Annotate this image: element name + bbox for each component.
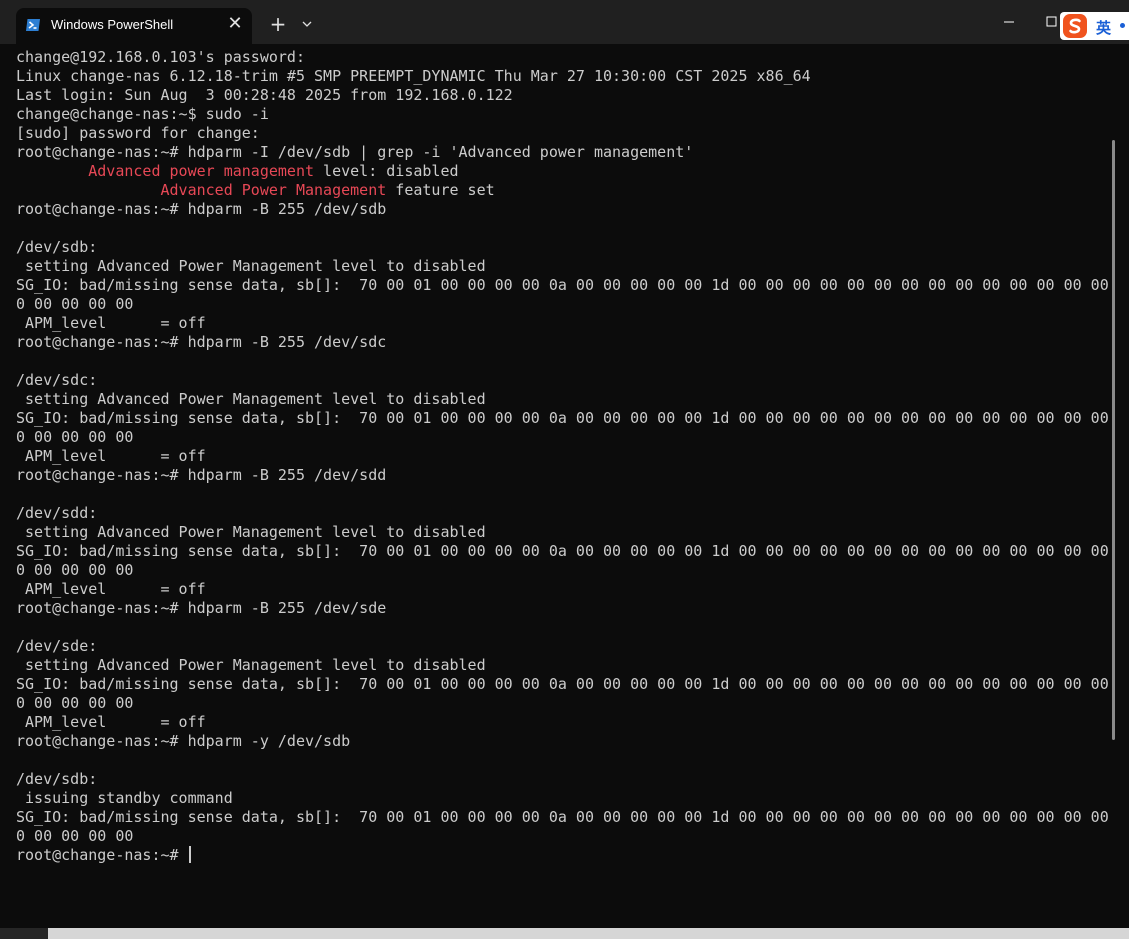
scrollbar[interactable] [1112, 140, 1115, 740]
powershell-icon [26, 19, 40, 31]
close-icon[interactable]: ✕ [224, 13, 246, 35]
terminal-line: SG_IO: bad/missing sense data, sb[]: 70 … [16, 542, 1112, 560]
text-cursor [188, 846, 191, 863]
terminal-line: SG_IO: bad/missing sense data, sb[]: 70 … [16, 808, 1112, 826]
terminal-line: APM_level = off [16, 314, 206, 332]
ime-indicator[interactable]: 英 [1060, 12, 1129, 40]
terminal-line: setting Advanced Power Management level … [16, 257, 486, 275]
terminal-line: setting Advanced Power Management level … [16, 656, 486, 674]
ime-dot [1120, 23, 1125, 28]
terminal-line: Last login: Sun Aug 3 00:28:48 2025 from… [16, 86, 513, 104]
terminal-line: /dev/sdd: [16, 504, 98, 522]
terminal-line: 0 00 00 00 00 [16, 694, 134, 712]
terminal-line: root@change-nas:~# hdparm -B 255 /dev/sd… [16, 333, 387, 351]
terminal-line: SG_IO: bad/missing sense data, sb[]: 70 … [16, 675, 1112, 693]
desktop-edge [0, 928, 1129, 939]
tab-title: Windows PowerShell [51, 17, 174, 32]
terminal-line: issuing standby command [16, 789, 233, 807]
terminal-line: setting Advanced Power Management level … [16, 390, 486, 408]
terminal-line: 0 00 00 00 00 [16, 561, 134, 579]
terminal-line: Advanced power management level: disable… [16, 162, 1112, 181]
terminal-line: Linux change-nas 6.12.18-trim #5 SMP PRE… [16, 67, 811, 85]
terminal-prompt: root@change-nas:~# [16, 846, 188, 864]
grep-match-highlight: Advanced power management [88, 162, 315, 180]
title-bar: Windows PowerShell ✕ + [0, 0, 1129, 44]
terminal-line: root@change-nas:~# hdparm -B 255 /dev/sd… [16, 466, 387, 484]
tab-powershell[interactable]: Windows PowerShell ✕ [16, 8, 252, 44]
terminal-line: root@change-nas:~# hdparm -B 255 /dev/sd… [16, 200, 387, 218]
terminal-line: 0 00 00 00 00 [16, 428, 134, 446]
ime-mode-label: 英 [1096, 19, 1112, 37]
maximize-icon[interactable] [1042, 12, 1062, 32]
terminal-line: /dev/sdc: [16, 371, 98, 389]
minimize-icon[interactable] [998, 12, 1020, 32]
terminal-line: 0 00 00 00 00 [16, 295, 134, 313]
terminal-prompt-line[interactable]: root@change-nas:~# [16, 846, 1112, 865]
terminal-line: 0 00 00 00 00 [16, 827, 134, 845]
terminal-line: /dev/sdb: [16, 238, 98, 256]
chevron-down-icon[interactable] [296, 11, 318, 37]
terminal-line: SG_IO: bad/missing sense data, sb[]: 70 … [16, 409, 1112, 427]
terminal-line: APM_level = off [16, 580, 206, 598]
terminal-text: feature set [386, 181, 495, 199]
grep-match-highlight: Advanced Power Management [160, 181, 387, 199]
terminal-line: root@change-nas:~# hdparm -I /dev/sdb | … [16, 143, 694, 161]
terminal-line: [sudo] password for change: [16, 124, 260, 142]
terminal-line: change@192.168.0.103's password: [16, 48, 305, 66]
terminal-output[interactable]: change@192.168.0.103's password: Linux ch… [16, 48, 1112, 928]
taskbar-fragment [0, 928, 48, 939]
terminal-line: change@change-nas:~$ sudo -i [16, 105, 269, 123]
terminal-line: /dev/sdb: [16, 770, 98, 788]
terminal-line: root@change-nas:~# hdparm -B 255 /dev/sd… [16, 599, 387, 617]
terminal-line: SG_IO: bad/missing sense data, sb[]: 70 … [16, 276, 1112, 294]
terminal-line: setting Advanced Power Management level … [16, 523, 486, 541]
terminal-window: Windows PowerShell ✕ + 英 change@192.168.… [0, 0, 1129, 939]
new-tab-button[interactable]: + [265, 11, 291, 37]
terminal-text: level: disabled [314, 162, 459, 180]
terminal-line: /dev/sde: [16, 637, 98, 655]
terminal-line: APM_level = off [16, 713, 206, 731]
terminal-line: Advanced Power Management feature set [16, 181, 1112, 200]
terminal-line: root@change-nas:~# hdparm -y /dev/sdb [16, 732, 351, 750]
sogou-ime-icon [1063, 14, 1087, 38]
terminal-line: APM_level = off [16, 447, 206, 465]
